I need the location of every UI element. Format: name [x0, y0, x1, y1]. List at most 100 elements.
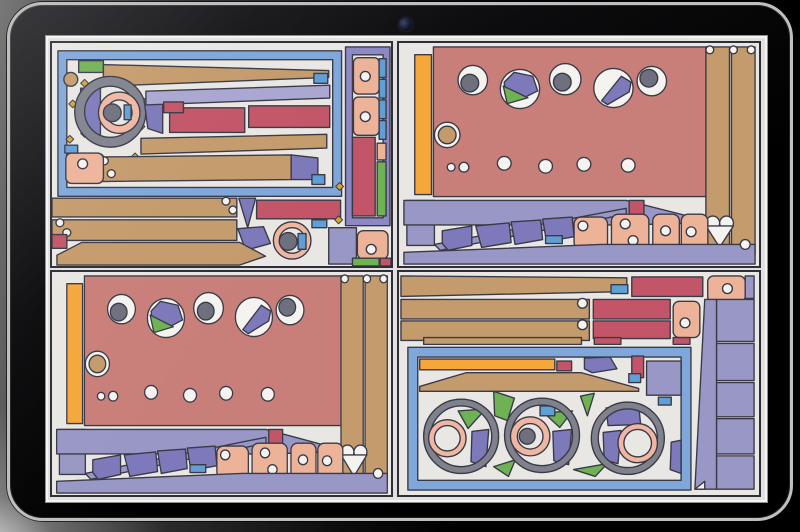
grayDot-nested-part — [460, 73, 480, 93]
blueSmall-nested-part — [313, 72, 329, 84]
white-nested-part — [576, 297, 589, 309]
blueSmall-nested-part — [378, 119, 387, 140]
white-nested-part — [746, 45, 756, 55]
white-nested-part — [576, 319, 589, 331]
sheet-bottom-right-canvas — [400, 275, 755, 491]
grayDot-nested-part — [639, 68, 659, 88]
green-nested-part — [351, 257, 380, 266]
sheet-top-right[interactable] — [397, 41, 761, 268]
lavender-nested-part — [744, 275, 755, 300]
tan-nested-part — [437, 125, 457, 145]
green-nested-part — [376, 161, 387, 217]
white-nested-part — [340, 274, 350, 284]
white-nested-part — [446, 162, 456, 172]
blueSmall-nested-part — [297, 232, 307, 250]
blueSmall-nested-part — [311, 219, 328, 229]
tan-nested-part — [56, 241, 267, 266]
white-nested-part — [739, 238, 751, 251]
purple-nested-part — [510, 219, 544, 246]
sheet-bottom-right[interactable] — [397, 270, 761, 497]
white-nested-part — [679, 317, 691, 329]
white-nested-part — [182, 387, 198, 403]
rose-nested-part — [351, 136, 376, 217]
green-nested-part — [77, 59, 105, 74]
lavender-nested-part — [715, 381, 755, 418]
rose-nested-part — [556, 360, 573, 372]
white-nested-part — [537, 158, 554, 174]
white-nested-part — [228, 205, 238, 215]
sheet-bottom-left[interactable] — [50, 270, 393, 497]
blueSmall-nested-part — [64, 144, 79, 154]
purple-nested-part — [475, 222, 512, 249]
blueSmall-nested-part — [544, 234, 563, 245]
tablet-screen[interactable] — [48, 38, 765, 500]
grayDot-nested-part — [518, 427, 536, 445]
white-nested-part — [106, 169, 116, 179]
tan-nested-part — [400, 298, 591, 320]
white-nested-part — [496, 155, 512, 171]
white-nested-part — [728, 45, 739, 55]
white-nested-part — [685, 226, 697, 238]
tan-nested-part — [364, 275, 388, 484]
sheet-top-left[interactable] — [50, 41, 393, 268]
tan-nested-part — [63, 71, 79, 87]
lavender-nested-part — [715, 455, 755, 490]
sheet-top-right-canvas — [403, 45, 756, 265]
rose-nested-part — [592, 320, 671, 340]
purple-nested-part — [123, 451, 159, 478]
blueSmall-nested-part — [189, 463, 207, 474]
white-nested-part — [219, 449, 231, 461]
rose-nested-part — [268, 428, 284, 444]
white-nested-part — [379, 274, 388, 284]
white-nested-part — [576, 156, 592, 172]
purple-nested-part — [441, 225, 473, 252]
rose-nested-part — [247, 105, 331, 129]
white-nested-part — [721, 283, 734, 295]
tan-nested-part — [99, 154, 292, 183]
sheet-bottom-left-canvas — [55, 274, 388, 494]
salmonTab-nested-part — [376, 142, 387, 161]
purple-nested-part — [92, 454, 122, 481]
white-nested-part — [321, 455, 333, 467]
blueSmall-nested-part — [657, 396, 672, 406]
sheet-top-left-canvas — [52, 46, 391, 266]
white-nested-part — [260, 386, 275, 402]
lavender-nested-part — [645, 360, 682, 396]
blueSmall-nested-part — [378, 58, 387, 79]
front-camera-icon — [399, 18, 412, 31]
blueSmall-nested-part — [378, 78, 387, 99]
white-nested-part — [620, 157, 636, 173]
grayDot-nested-part — [552, 72, 572, 92]
rose-nested-part — [593, 336, 622, 346]
white-nested-part — [107, 390, 119, 402]
tan-nested-part — [88, 354, 107, 374]
orange-nested-part — [414, 54, 433, 196]
grayDot-nested-part — [278, 231, 298, 251]
white-nested-part — [659, 225, 672, 237]
tan-nested-part — [422, 336, 583, 346]
blueSmall-nested-part — [378, 99, 387, 120]
rose-nested-part — [628, 199, 645, 215]
white-nested-part — [577, 220, 589, 232]
rose-nested-part — [672, 336, 691, 346]
white-nested-part — [458, 161, 470, 173]
tan-nested-part — [730, 46, 756, 255]
white-nested-part — [359, 70, 371, 83]
white-nested-part — [143, 384, 159, 400]
lavender-nested-part — [715, 418, 755, 455]
white-nested-part — [705, 45, 715, 55]
rose-nested-part — [162, 101, 185, 114]
white-nested-part — [259, 447, 271, 459]
blueSmall-nested-part — [311, 173, 326, 186]
white-nested-part — [372, 467, 384, 480]
tan-nested-part — [400, 275, 628, 298]
white-nested-part — [359, 111, 371, 123]
white-nested-part — [96, 391, 106, 401]
grayDot-nested-part — [102, 103, 122, 123]
grayDot-nested-part — [196, 301, 215, 321]
white-nested-part — [218, 385, 234, 401]
purple-nested-part — [156, 448, 188, 475]
purple-nested-part — [238, 197, 257, 229]
grayDot-nested-part — [109, 302, 128, 322]
rose-nested-part — [379, 257, 391, 266]
